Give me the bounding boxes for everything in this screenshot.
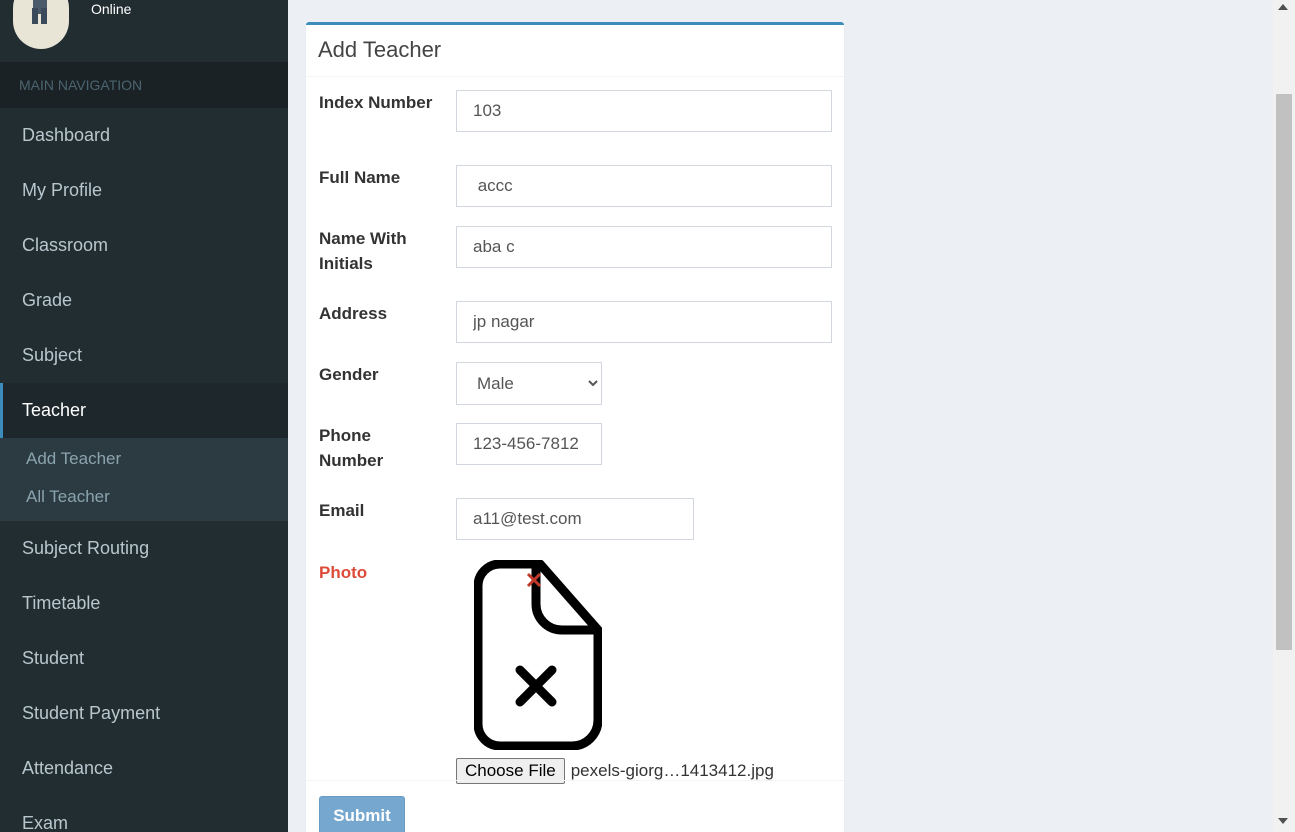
index-number-label: Index Number (319, 93, 433, 112)
scroll-thumb[interactable] (1276, 94, 1292, 650)
sidebar-item-my-profile[interactable]: My Profile (0, 163, 288, 218)
submit-button[interactable]: Submit (319, 796, 405, 832)
submenu-item-add-teacher[interactable]: Add Teacher (0, 440, 288, 478)
gender-label: Gender (319, 365, 379, 384)
sidebar-item-student[interactable]: Student (0, 631, 288, 686)
sidebar-item-exam[interactable]: Exam (0, 796, 288, 832)
broken-file-icon (473, 559, 603, 751)
form-title: Add Teacher (318, 37, 442, 62)
user-status: Online (91, 1, 132, 17)
sidebar-item-attendance[interactable]: Attendance (0, 741, 288, 796)
sidebar-item-subject-routing[interactable]: Subject Routing (0, 521, 288, 576)
add-teacher-form: Add Teacher Index Number Full Name Name … (306, 22, 844, 832)
avatar (13, 0, 69, 49)
teacher-submenu: Add Teacher All Teacher (0, 438, 288, 521)
scroll-up-arrow-icon[interactable] (1278, 4, 1288, 10)
box-footer: Submit (306, 780, 844, 832)
sidebar-item-teacher[interactable]: Teacher (0, 383, 288, 438)
email-label: Email (319, 501, 365, 520)
phone-number-input[interactable] (456, 423, 602, 465)
sidebar-item-classroom[interactable]: Classroom (0, 218, 288, 273)
selected-file-name: pexels-giorg…1413412.jpg (570, 761, 774, 780)
full-name-input[interactable] (456, 165, 832, 207)
user-panel: Online (0, 0, 288, 62)
address-input[interactable] (456, 301, 832, 343)
index-number-input[interactable] (456, 90, 832, 132)
sidebar: Online MAIN NAVIGATION Dashboard My Prof… (0, 0, 288, 832)
page-scrollbar[interactable] (1273, 0, 1295, 832)
sidebar-menu: Dashboard My Profile Classroom Grade Sub… (0, 108, 288, 832)
address-label: Address (319, 304, 388, 323)
gender-select[interactable]: Male (456, 362, 602, 405)
name-with-initials-label: Name With Initials (319, 229, 407, 273)
photo-label: Photo (319, 563, 368, 582)
nav-header: MAIN NAVIGATION (0, 62, 288, 108)
email-input[interactable] (456, 498, 694, 540)
box-header: Add Teacher (306, 25, 844, 77)
scroll-down-arrow-icon[interactable] (1278, 818, 1288, 824)
phone-number-label: Phone Number (319, 426, 384, 470)
sidebar-item-student-payment[interactable]: Student Payment (0, 686, 288, 741)
sidebar-item-dashboard[interactable]: Dashboard (0, 108, 288, 163)
sidebar-item-subject[interactable]: Subject (0, 328, 288, 383)
name-with-initials-input[interactable] (456, 226, 832, 268)
sidebar-item-grade[interactable]: Grade (0, 273, 288, 328)
sidebar-item-timetable[interactable]: Timetable (0, 576, 288, 631)
submenu-item-all-teacher[interactable]: All Teacher (0, 478, 288, 516)
full-name-label: Full Name (319, 168, 401, 187)
